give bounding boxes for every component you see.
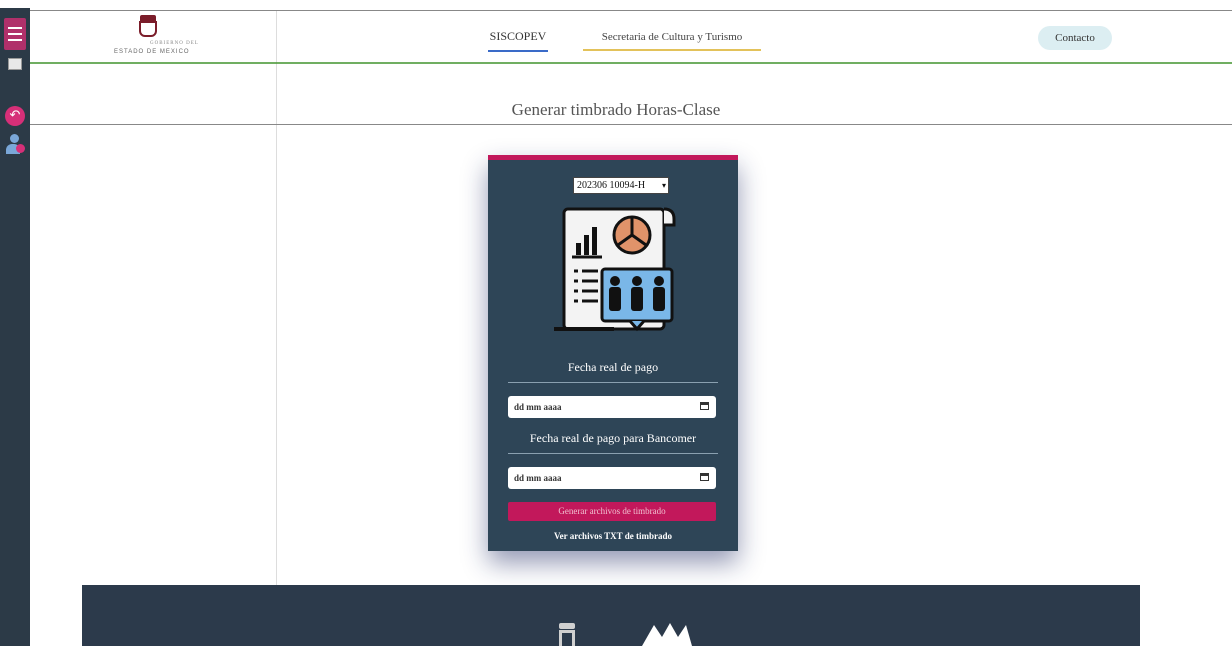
title-divider — [30, 124, 1232, 125]
period-select[interactable]: 202306 10094-H ▾ — [573, 177, 669, 194]
government-footer-logo-icon — [556, 623, 578, 646]
fecha-bancomer-input[interactable]: dd mm aaaa — [508, 467, 716, 489]
generate-button[interactable]: Generar archivos de timbrado — [508, 502, 716, 521]
header: GOBIERNO DEL ESTADO DE MEXICO SISCOPEV S… — [30, 11, 1232, 63]
divider — [508, 453, 718, 454]
nav-siscopev[interactable]: SISCOPEV — [488, 29, 548, 52]
fecha-pago-input[interactable]: dd mm aaaa — [508, 396, 716, 418]
page-title: Generar timbrado Horas-Clase — [511, 100, 721, 119]
calendar-icon[interactable] — [700, 402, 709, 410]
logo-text-top: GOBIERNO DEL — [150, 41, 199, 46]
footer-brand-logo-icon — [642, 623, 692, 646]
fecha-pago-placeholder: dd mm aaaa — [514, 402, 562, 412]
government-logo-icon[interactable] — [136, 15, 160, 41]
chevron-down-icon: ▾ — [661, 181, 666, 190]
image-icon[interactable] — [8, 58, 22, 70]
header-divider — [30, 62, 1232, 64]
contact-button[interactable]: Contacto — [1038, 26, 1112, 50]
view-txt-link[interactable]: Ver archivos TXT de timbrado — [488, 531, 738, 541]
fecha-bancomer-placeholder: dd mm aaaa — [514, 473, 562, 483]
user-logout-icon[interactable] — [4, 134, 26, 158]
period-select-value: 202306 10094-H — [577, 180, 646, 191]
calendar-icon[interactable] — [700, 473, 709, 481]
footer — [82, 585, 1140, 646]
report-illustration-icon — [554, 207, 676, 332]
fecha-bancomer-label: Fecha real de pago para Bancomer — [529, 431, 697, 445]
logo-text-bottom: ESTADO DE MEXICO — [114, 49, 190, 55]
fecha-pago-label: Fecha real de pago — [567, 360, 659, 374]
back-icon[interactable]: ↶ — [5, 106, 25, 126]
timbrado-card: 202306 10094-H ▾ Fecha real de pago dd m… — [488, 155, 738, 551]
sidebar: ↶ — [0, 8, 30, 646]
nav-secretaria[interactable]: Secretaria de Cultura y Turismo — [583, 31, 761, 51]
menu-icon[interactable] — [4, 18, 26, 50]
divider — [508, 382, 718, 383]
